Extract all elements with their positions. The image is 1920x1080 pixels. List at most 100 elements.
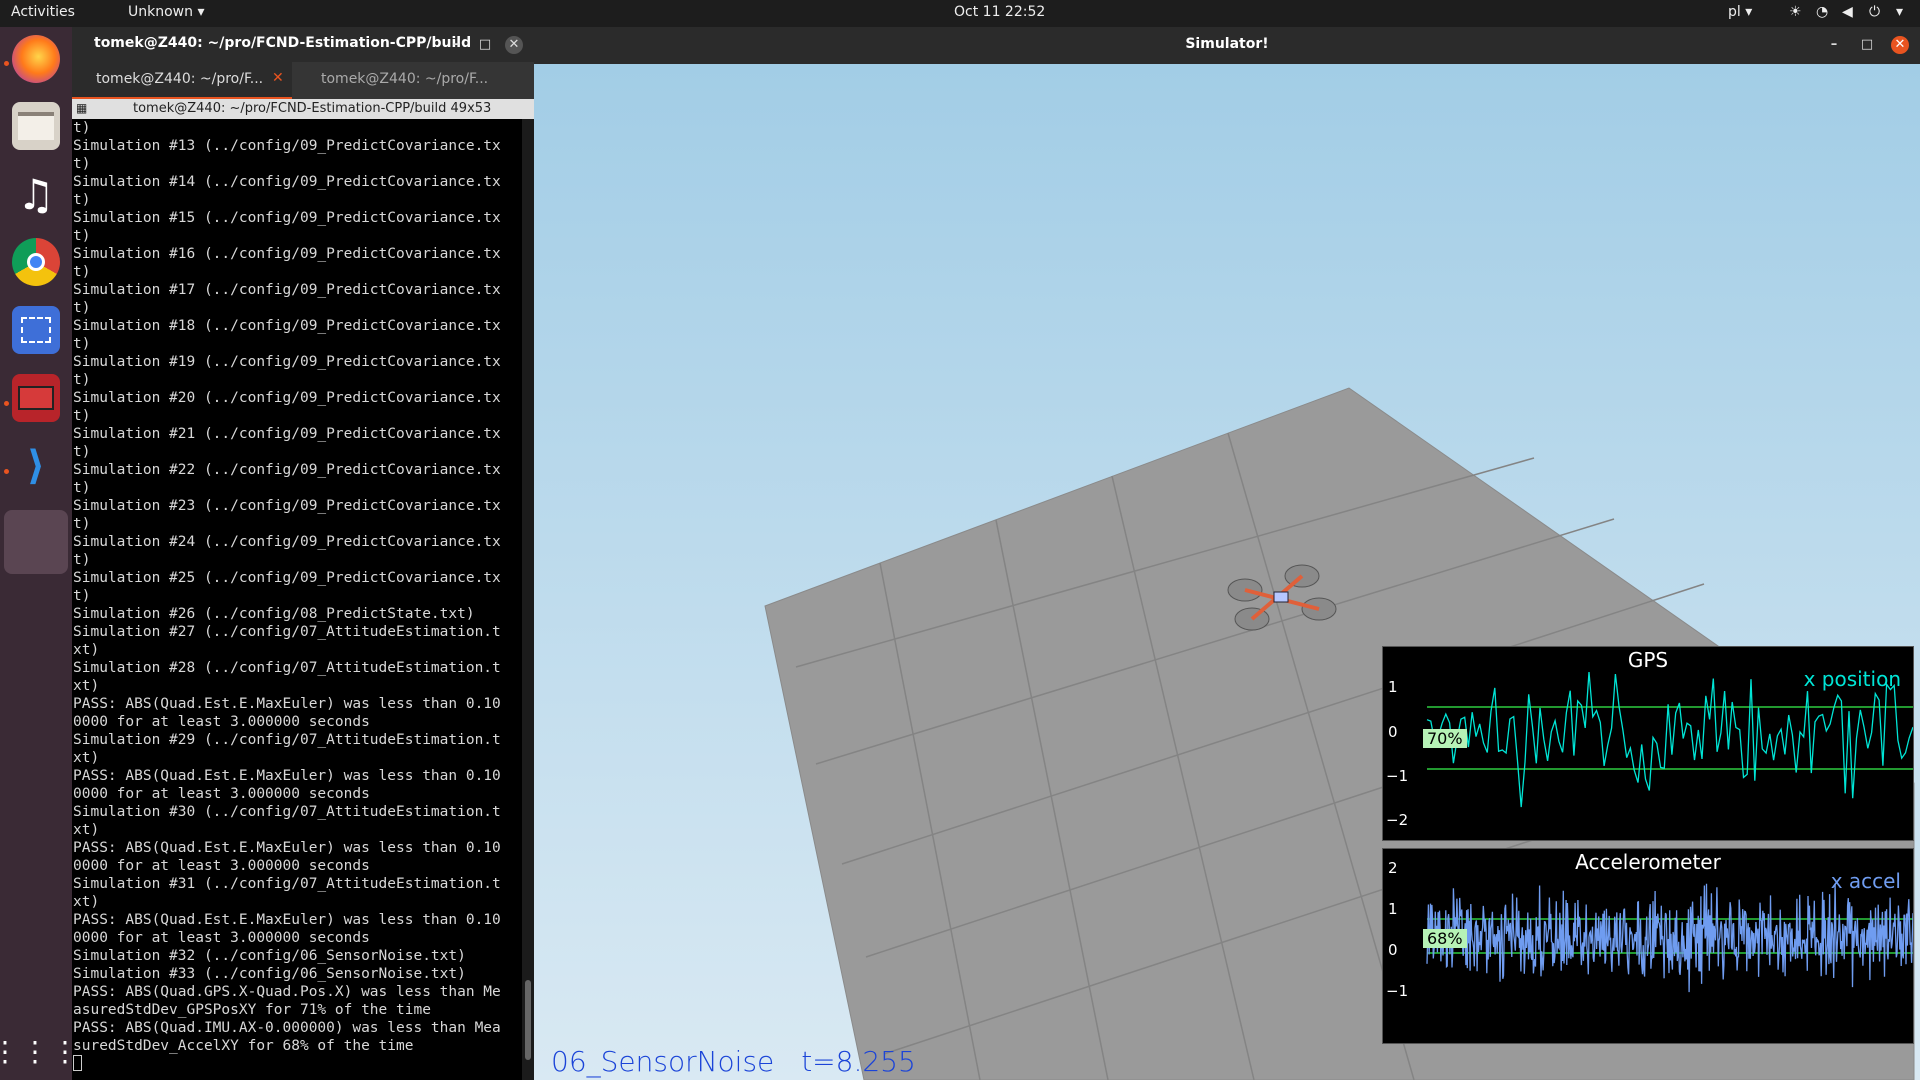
terminal-icon[interactable] [12, 374, 60, 422]
terminal-line: t) [73, 372, 91, 388]
terminal-line: PASS: ABS(Quad.IMU.AX-0.000000) was less… [73, 1020, 501, 1036]
running-indicator [4, 469, 9, 474]
app-menu-label: Unknown [128, 4, 193, 20]
terminal-line: PASS: ABS(Quad.GPS.X-Quad.Pos.X) was les… [73, 984, 501, 1000]
terminal-line: Simulation #18 (../config/09_PredictCova… [73, 318, 501, 334]
terminal-line: Simulation #30 (../config/07_AttitudeEst… [73, 804, 501, 820]
chrome-center [27, 253, 45, 271]
terminal-line: t) [73, 336, 91, 352]
terminal-line: xt) [73, 822, 100, 838]
volume-icon[interactable]: ◀ [1842, 4, 1853, 20]
running-indicator [4, 61, 9, 66]
terminal-line: t) [73, 120, 91, 136]
brightness-icon[interactable]: ☀ [1789, 4, 1802, 20]
terminal-line: Simulation #25 (../config/09_PredictCova… [73, 570, 501, 586]
screenshot-icon[interactable] [12, 306, 60, 354]
files-icon[interactable] [12, 102, 60, 150]
folder-shape [18, 112, 54, 140]
running-indicator [4, 401, 9, 406]
scenario-status: 06_SensorNoise t=8.255 [551, 1045, 916, 1078]
terminal-line: Simulation #23 (../config/09_PredictCova… [73, 498, 501, 514]
terminal-output[interactable]: t) Simulation #13 (../config/09_PredictCo… [72, 119, 522, 1080]
vscode-icon[interactable]: ⟩ [12, 442, 60, 490]
terminal-line: PASS: ABS(Quad.Est.E.MaxEuler) was less … [73, 768, 501, 784]
simulator-app-icon[interactable] [4, 510, 68, 574]
terminal-line: Simulation #28 (../config/07_AttitudeEst… [73, 660, 501, 676]
terminal-window: tomek@Z440: ~/pro/FCND-Estimation-CPP/bu… [72, 27, 534, 1080]
sim-time: t=8.255 [801, 1045, 916, 1078]
terminal-scrollbar[interactable] [522, 119, 534, 1080]
pane-menu-icon[interactable]: ▦ [76, 101, 87, 115]
terminal-line: Simulation #14 (../config/09_PredictCova… [73, 174, 501, 190]
terminal-line: t) [73, 552, 91, 568]
terminal-line: t) [73, 300, 91, 316]
clock[interactable]: Oct 11 22:52 [954, 4, 1045, 20]
pass-percent-badge: 70% [1423, 729, 1467, 748]
terminal-line: 0000 for at least 3.000000 seconds [73, 786, 370, 802]
firefox-icon[interactable] [12, 35, 60, 83]
terminal-line: t) [73, 264, 91, 280]
terminal-cursor [73, 1055, 82, 1071]
terminal-line: Simulation #24 (../config/09_PredictCova… [73, 534, 501, 550]
terminal-titlebar[interactable]: tomek@Z440: ~/pro/FCND-Estimation-CPP/bu… [72, 27, 534, 62]
tab-active[interactable]: tomek@Z440: ~/pro/F... ✕ [72, 62, 292, 99]
terminal-tab-bar: tomek@Z440: ~/pro/F... ✕ tomek@Z440: ~/p… [72, 62, 534, 99]
simulator-viewport[interactable]: GPS x position 1 0 −1 −2 70% Acceleromet… [534, 64, 1920, 1080]
sensor-trace [1426, 883, 1913, 993]
chevron-down-icon: ▾ [197, 4, 205, 20]
terminal-line: xt) [73, 678, 100, 694]
input-language[interactable]: pl ▾ [1728, 4, 1752, 20]
terminal-line: t) [73, 156, 91, 172]
simulator-titlebar[interactable]: Simulator! – □ ✕ [534, 27, 1920, 64]
terminal-line: Simulation #16 (../config/09_PredictCova… [73, 246, 501, 262]
terminal-line: PASS: ABS(Quad.Est.E.MaxEuler) was less … [73, 840, 501, 856]
terminal-line: asuredStdDev_GPSPosXY for 71% of the tim… [73, 1002, 431, 1018]
power-icon[interactable]: ⏻ [1869, 4, 1880, 20]
terminal-line: Simulation #20 (../config/09_PredictCova… [73, 390, 501, 406]
scenario-name: 06_SensorNoise [551, 1045, 775, 1078]
terminal-line: t) [73, 444, 91, 460]
minimize-icon[interactable]: – [447, 36, 465, 54]
gps-plot: GPS x position 1 0 −1 −2 70% [1382, 646, 1914, 841]
top-bar: Activities Unknown ▾ Oct 11 22:52 pl ▾ ☀… [0, 0, 1920, 27]
terminal-line: t) [73, 480, 91, 496]
terminal-line: t) [73, 192, 91, 208]
tab-label: tomek@Z440: ~/pro/F... [96, 71, 264, 87]
wifi-icon[interactable]: ◔ [1816, 4, 1828, 20]
terminal-pane-header: ▦ tomek@Z440: ~/pro/FCND-Estimation-CPP/… [72, 99, 534, 119]
tab-close-icon[interactable]: ✕ [272, 70, 284, 86]
terminal-line: t) [73, 588, 91, 604]
terminal-pane-title: tomek@Z440: ~/pro/FCND-Estimation-CPP/bu… [133, 101, 492, 116]
terminal-line: t) [73, 228, 91, 244]
terminal-window-title: tomek@Z440: ~/pro/FCND-Estimation-CPP/bu… [94, 35, 472, 51]
app-menu[interactable]: Unknown ▾ [128, 4, 204, 20]
terminal-line: suredStdDev_AccelXY for 68% of the time [73, 1038, 414, 1054]
minimize-icon[interactable]: – [1825, 36, 1843, 54]
simulator-window: Simulator! – □ ✕ GPS x position 1 0 −1 −… [534, 27, 1920, 1080]
terminal-line: PASS: ABS(Quad.Est.E.MaxEuler) was less … [73, 912, 501, 928]
terminal-line: Simulation #22 (../config/09_PredictCova… [73, 462, 501, 478]
terminal-line: Simulation #19 (../config/09_PredictCova… [73, 354, 501, 370]
terminal-line: Simulation #13 (../config/09_PredictCova… [73, 138, 501, 154]
maximize-icon[interactable]: □ [476, 36, 494, 54]
chevron-down-icon: ▾ [1745, 4, 1753, 20]
terminal-line: t) [73, 516, 91, 532]
chrome-icon[interactable] [12, 238, 60, 286]
maximize-icon[interactable]: □ [1858, 36, 1876, 54]
close-icon[interactable]: ✕ [1891, 36, 1909, 54]
scrollbar-thumb[interactable] [525, 980, 531, 1060]
activities-button[interactable]: Activities [11, 4, 75, 20]
close-icon[interactable]: ✕ [505, 36, 523, 54]
terminal-line: Simulation #27 (../config/07_AttitudeEst… [73, 624, 501, 640]
terminal-line: Simulation #26 (../config/08_PredictStat… [73, 606, 475, 622]
accelerometer-plot: Accelerometer x accel 2 1 0 −1 68% [1382, 848, 1914, 1044]
music-icon[interactable]: ♫ [12, 170, 60, 219]
dock: ♫ ⟩ ⋮⋮⋮ [0, 27, 79, 1080]
terminal-line: Simulation #21 (../config/09_PredictCova… [73, 426, 501, 442]
terminal-line: Simulation #29 (../config/07_AttitudeEst… [73, 732, 501, 748]
terminal-line: Simulation #31 (../config/07_AttitudeEst… [73, 876, 501, 892]
terminal-line: 0000 for at least 3.000000 seconds [73, 714, 370, 730]
tab-label[interactable]: tomek@Z440: ~/pro/F... [321, 71, 488, 87]
show-applications-icon[interactable]: ⋮⋮⋮ [0, 1027, 79, 1075]
chevron-down-icon[interactable]: ▾ [1896, 4, 1903, 20]
